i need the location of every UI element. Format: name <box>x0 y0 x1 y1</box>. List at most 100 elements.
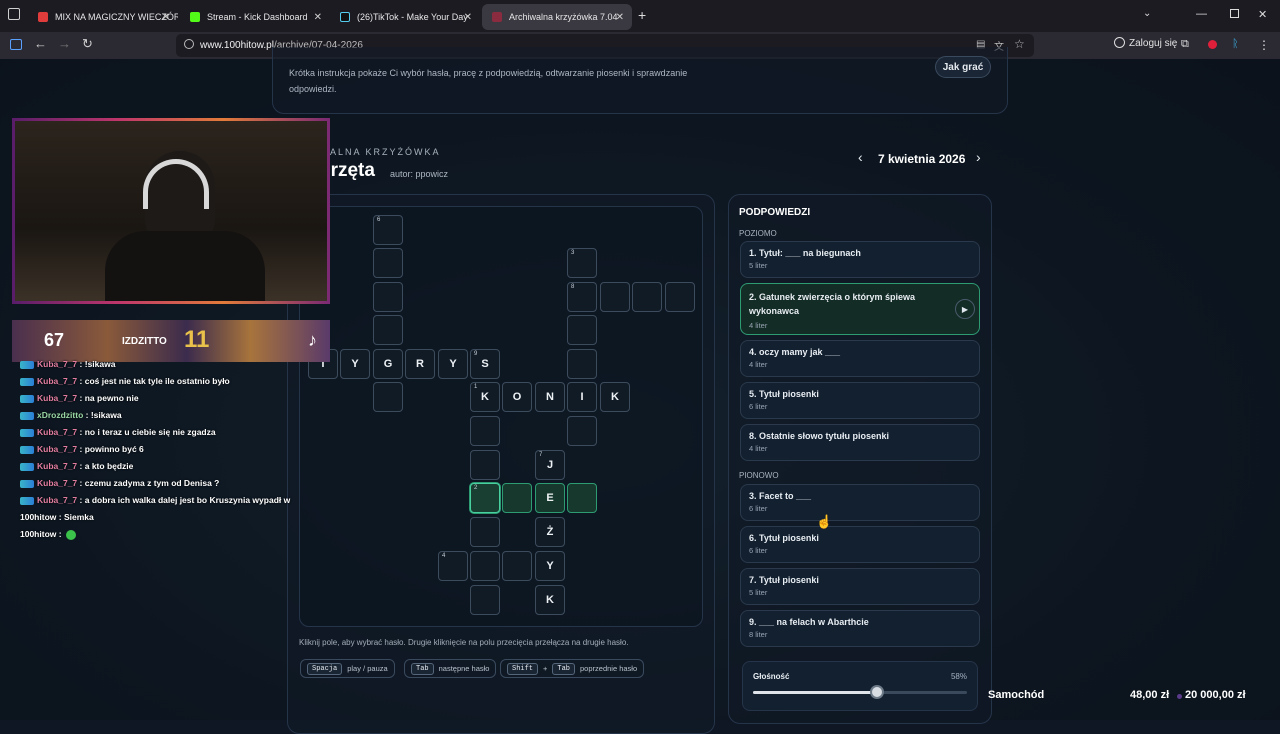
volume-slider-thumb[interactable] <box>870 685 885 699</box>
close-icon[interactable]: ✕ <box>162 12 170 23</box>
chat-message: xDrozdzitto : !sikawa <box>20 410 122 420</box>
signin-button[interactable]: Zaloguj się <box>1129 38 1177 49</box>
new-tab-icon[interactable]: + <box>638 7 646 23</box>
play-icon[interactable]: ▶ <box>955 299 975 319</box>
chat-badge-icon <box>20 428 34 437</box>
clue-across-4[interactable]: 4. oczy mamy jak ___ 4 liter <box>740 340 980 377</box>
grid-cell[interactable] <box>373 315 403 345</box>
grid-cell[interactable]: I <box>567 382 597 412</box>
chat-text: : !sikawa <box>85 410 122 420</box>
grid-cell[interactable]: Y <box>438 349 468 379</box>
grid-cell[interactable] <box>665 282 695 312</box>
kick-icon <box>190 12 200 22</box>
grid-cell[interactable] <box>632 282 662 312</box>
ticker-label: Samochód <box>988 689 1045 701</box>
account-icon[interactable] <box>1114 37 1125 48</box>
chat-username: 100hitow <box>20 512 57 522</box>
chat-username: 100hitow <box>20 529 57 539</box>
prev-date-icon[interactable]: ‹ <box>858 149 863 165</box>
grid-cell[interactable]: 6 <box>373 215 403 245</box>
tab-mix[interactable]: MIX NA MAGICZNY WIECZÓR 2 ✕ <box>28 4 178 30</box>
site-info-icon[interactable] <box>184 39 194 49</box>
chat-badge-icon <box>20 462 34 471</box>
grid-cell[interactable]: 8 <box>567 282 597 312</box>
grid-cell[interactable]: 4 <box>438 551 468 581</box>
tab-tiktok[interactable]: (26)TikTok - Make Your Day ✕ <box>330 4 480 30</box>
clue-down-9[interactable]: 9. ___ na felach w Abarthcie 8 liter <box>740 610 980 647</box>
chat-username: Kuba_7_7 <box>37 359 78 369</box>
extension-blue-icon[interactable]: ᚱ <box>1232 38 1239 50</box>
chat-username: xDrozdzitto <box>37 410 84 420</box>
grid-cell[interactable]: K <box>535 585 565 615</box>
clue-across-1[interactable]: 1. Tytuł: ___ na biegunach 5 liter <box>740 241 980 278</box>
grid-cell[interactable]: Y <box>535 551 565 581</box>
extension-red-icon[interactable] <box>1208 40 1217 49</box>
grid-cell[interactable] <box>470 517 500 547</box>
back-icon[interactable]: ← <box>34 36 47 51</box>
reload-icon[interactable]: ↻ <box>82 36 93 52</box>
grid-cell[interactable] <box>567 315 597 345</box>
grid-cell[interactable] <box>600 282 630 312</box>
grid-cell[interactable] <box>470 551 500 581</box>
clue-down-6[interactable]: 6. Tytuł piosenki 6 liter <box>740 526 980 563</box>
clue-across-8[interactable]: 8. Ostatnie słowo tytułu piosenki 4 liter <box>740 424 980 461</box>
tab-list-icon[interactable] <box>8 8 20 20</box>
site-icon <box>492 12 502 22</box>
grid-cell[interactable]: Ż <box>535 517 565 547</box>
grid-cell[interactable]: O <box>502 382 532 412</box>
grid-cell[interactable]: 9S <box>470 349 500 379</box>
minimize-icon[interactable]: — <box>1196 8 1207 20</box>
grid-cell[interactable] <box>470 416 500 446</box>
clue-across-2[interactable]: 2. Gatunek zwierzęcia o którym śpiewa wy… <box>740 283 980 335</box>
grid-cell[interactable]: Y <box>340 349 370 379</box>
grid-cell[interactable] <box>502 483 532 513</box>
grid-cell[interactable] <box>470 585 500 615</box>
close-icon[interactable]: ✕ <box>314 12 322 23</box>
grid-cell[interactable] <box>567 483 597 513</box>
mouse-cursor-icon: ☝ <box>816 514 833 529</box>
grid-cell-selected[interactable]: 2 <box>470 483 500 513</box>
sidebar-toggle-icon[interactable] <box>10 39 22 50</box>
chevron-down-icon[interactable]: ⌄ <box>1143 8 1151 19</box>
tab-kick[interactable]: Stream - Kick Dashboard ✕ <box>180 4 330 30</box>
grid-cell[interactable] <box>567 349 597 379</box>
clue-across-5[interactable]: 5. Tytuł piosenki 6 liter <box>740 382 980 419</box>
close-window-icon[interactable]: ✕ <box>1258 8 1267 21</box>
close-icon[interactable]: ✕ <box>616 12 624 23</box>
grid-cell[interactable] <box>502 551 532 581</box>
grid-cell[interactable]: K <box>600 382 630 412</box>
grid-cell[interactable]: 1K <box>470 382 500 412</box>
grid-cell[interactable]: 3 <box>567 248 597 278</box>
chat-text: : na pewno nie <box>79 393 139 403</box>
chat-message: Kuba_7_7 : na pewno nie <box>20 393 139 403</box>
grid-cell[interactable]: 7J <box>535 450 565 480</box>
next-date-icon[interactable]: › <box>976 149 981 165</box>
grid-cell[interactable] <box>373 248 403 278</box>
menu-icon[interactable]: ⋮ <box>1258 38 1270 52</box>
emote-icon <box>65 529 76 540</box>
how-to-play-button[interactable]: Jak grać <box>935 56 991 78</box>
tab-archive[interactable]: Archiwalna krzyżówka 7.04.2026 ✕ <box>482 4 632 30</box>
clue-down-3[interactable]: 3. Facet to ___ 6 liter <box>740 484 980 521</box>
extensions-icon[interactable]: ⧉ <box>1181 38 1189 51</box>
grid-cell[interactable] <box>567 416 597 446</box>
grid-cell[interactable] <box>470 450 500 480</box>
chat-username: Kuba_7_7 <box>37 376 78 386</box>
grid-cell[interactable]: E <box>535 483 565 513</box>
grid-cell[interactable] <box>373 382 403 412</box>
maximize-icon[interactable] <box>1230 9 1239 18</box>
ticker-price: 48,00 zł <box>1130 689 1170 701</box>
grid-cell[interactable]: G <box>373 349 403 379</box>
hints-title: PODPOWIEDZI <box>739 207 811 218</box>
forward-icon[interactable]: → <box>58 36 71 51</box>
grid-cell[interactable]: N <box>535 382 565 412</box>
volume-slider-track[interactable] <box>753 685 967 699</box>
grid-cell[interactable]: R <box>405 349 435 379</box>
webcam-overlay <box>12 118 330 304</box>
grid-cell[interactable] <box>373 282 403 312</box>
chat-badge-icon <box>20 377 34 386</box>
clue-down-7[interactable]: 7. Tytuł piosenki 5 liter <box>740 568 980 605</box>
close-icon[interactable]: ✕ <box>464 12 472 23</box>
help-text: Kliknij pole, aby wybrać hasło. Drugie k… <box>299 638 629 647</box>
star-icon[interactable]: ☆ <box>1014 37 1025 51</box>
